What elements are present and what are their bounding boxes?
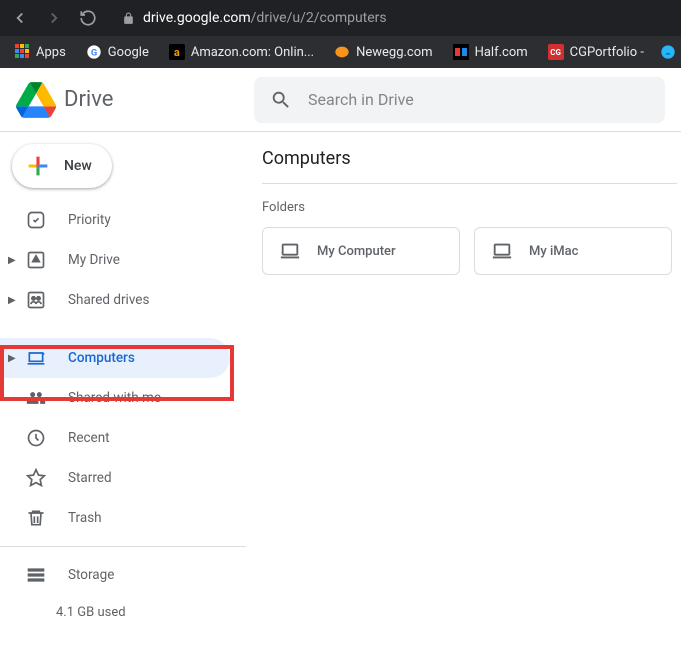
cg-icon: CG	[548, 44, 564, 60]
nav-label: Storage	[68, 567, 114, 583]
amazon-icon: a	[169, 44, 185, 60]
page-title: Computers	[262, 148, 677, 184]
sidebar-item-priority[interactable]: ▶ Priority	[0, 200, 246, 240]
app-title: Drive	[64, 87, 113, 112]
search-placeholder: Search in Drive	[308, 90, 414, 109]
priority-icon	[26, 210, 50, 230]
nav-label: Shared with me	[68, 390, 161, 406]
drive-logo-icon	[16, 80, 56, 120]
storage-icon	[26, 565, 50, 585]
forward-button[interactable]	[42, 6, 66, 30]
sidebar-item-computers[interactable]: ▶ Computers	[0, 338, 230, 378]
bookmark-amazon[interactable]: a Amazon.com: Onlin...	[161, 40, 322, 64]
expand-icon[interactable]: ▶	[8, 353, 20, 364]
section-label: Folders	[262, 200, 681, 215]
google-icon: G	[86, 44, 102, 60]
folder-card[interactable]: My iMac	[474, 227, 672, 275]
sidebar-item-recent[interactable]: ▶ Recent	[0, 418, 246, 458]
laptop-icon	[491, 240, 513, 262]
folder-name: My Computer	[317, 244, 396, 259]
folder-name: My iMac	[529, 244, 578, 259]
half-icon	[453, 44, 469, 60]
nav-label: My Drive	[68, 252, 120, 268]
folder-card[interactable]: My Computer	[262, 227, 460, 275]
nav-label: Shared drives	[68, 292, 149, 308]
new-label: New	[64, 158, 92, 174]
nav-label: Trash	[68, 510, 102, 526]
browser-toolbar: drive.google.com/drive/u/2/computers	[0, 0, 681, 36]
sidebar-item-storage[interactable]: ▶ Storage	[0, 555, 246, 595]
bookmark-label: Half.com	[475, 45, 528, 60]
extension-icon[interactable]	[660, 44, 676, 60]
bookmark-apps[interactable]: Apps	[6, 40, 74, 64]
apps-icon	[14, 44, 30, 60]
content-area: Computers Folders My Computer My iMac	[246, 132, 681, 647]
sidebar-item-sharedwithme[interactable]: ▶ Shared with me	[0, 378, 246, 418]
sidebar-item-shareddrives[interactable]: ▶ Shared drives	[0, 280, 246, 320]
bookmark-label: Google	[108, 45, 149, 60]
drive-header: Drive Search in Drive	[0, 68, 681, 132]
new-button[interactable]: New	[12, 144, 112, 188]
shareddrives-icon	[26, 290, 50, 310]
starred-icon	[26, 468, 50, 488]
recent-icon	[26, 428, 50, 448]
laptop-icon	[279, 240, 301, 262]
sidebar: New ▶ Priority ▶ My Drive ▶ Shared drive…	[0, 132, 246, 647]
svg-text:G: G	[91, 47, 97, 58]
search-icon	[270, 89, 292, 111]
url-text: drive.google.com/drive/u/2/computers	[143, 10, 387, 26]
newegg-icon	[334, 44, 350, 60]
nav-label: Computers	[68, 350, 135, 366]
computers-icon	[26, 348, 50, 368]
bookmark-label: Newegg.com	[356, 45, 432, 60]
folders-list: My Computer My iMac	[262, 227, 681, 275]
bookmark-label: Apps	[36, 45, 66, 60]
nav-label: Recent	[68, 430, 110, 446]
bookmark-cgportfolio[interactable]: CG CGPortfolio -	[540, 40, 652, 64]
reload-button[interactable]	[76, 6, 100, 30]
trash-icon	[26, 508, 50, 528]
divider	[0, 546, 246, 547]
bookmark-google[interactable]: G Google	[78, 40, 157, 64]
bookmarks-bar: Apps G Google a Amazon.com: Onlin... New…	[0, 36, 681, 68]
bookmark-half[interactable]: Half.com	[445, 40, 536, 64]
nav-label: Starred	[68, 470, 112, 486]
storage-used: 4.1 GB used	[0, 605, 246, 620]
search-box[interactable]: Search in Drive	[254, 77, 665, 123]
expand-icon[interactable]: ▶	[8, 255, 20, 266]
bookmark-label: Amazon.com: Onlin...	[191, 45, 314, 60]
logo-section[interactable]: Drive	[16, 80, 254, 120]
sidebar-item-trash[interactable]: ▶ Trash	[0, 498, 246, 538]
sidebar-item-mydrive[interactable]: ▶ My Drive	[0, 240, 246, 280]
expand-icon[interactable]: ▶	[8, 295, 20, 306]
nav-label: Priority	[68, 212, 111, 228]
back-button[interactable]	[8, 6, 32, 30]
bookmark-newegg[interactable]: Newegg.com	[326, 40, 440, 64]
mydrive-icon	[26, 250, 50, 270]
sharedwithme-icon	[26, 388, 50, 408]
bookmark-label: CGPortfolio -	[570, 45, 644, 60]
plus-icon	[24, 152, 52, 180]
sidebar-item-starred[interactable]: ▶ Starred	[0, 458, 246, 498]
address-bar[interactable]: drive.google.com/drive/u/2/computers	[110, 4, 673, 32]
lock-icon	[122, 12, 135, 25]
